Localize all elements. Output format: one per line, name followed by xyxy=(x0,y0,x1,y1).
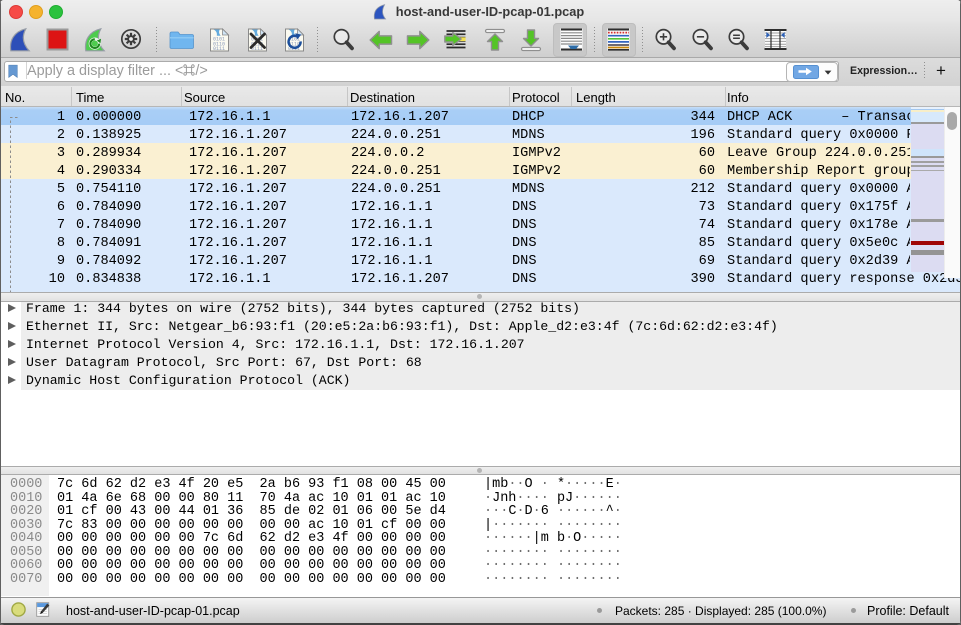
svg-text:0111: 0111 xyxy=(213,46,225,52)
